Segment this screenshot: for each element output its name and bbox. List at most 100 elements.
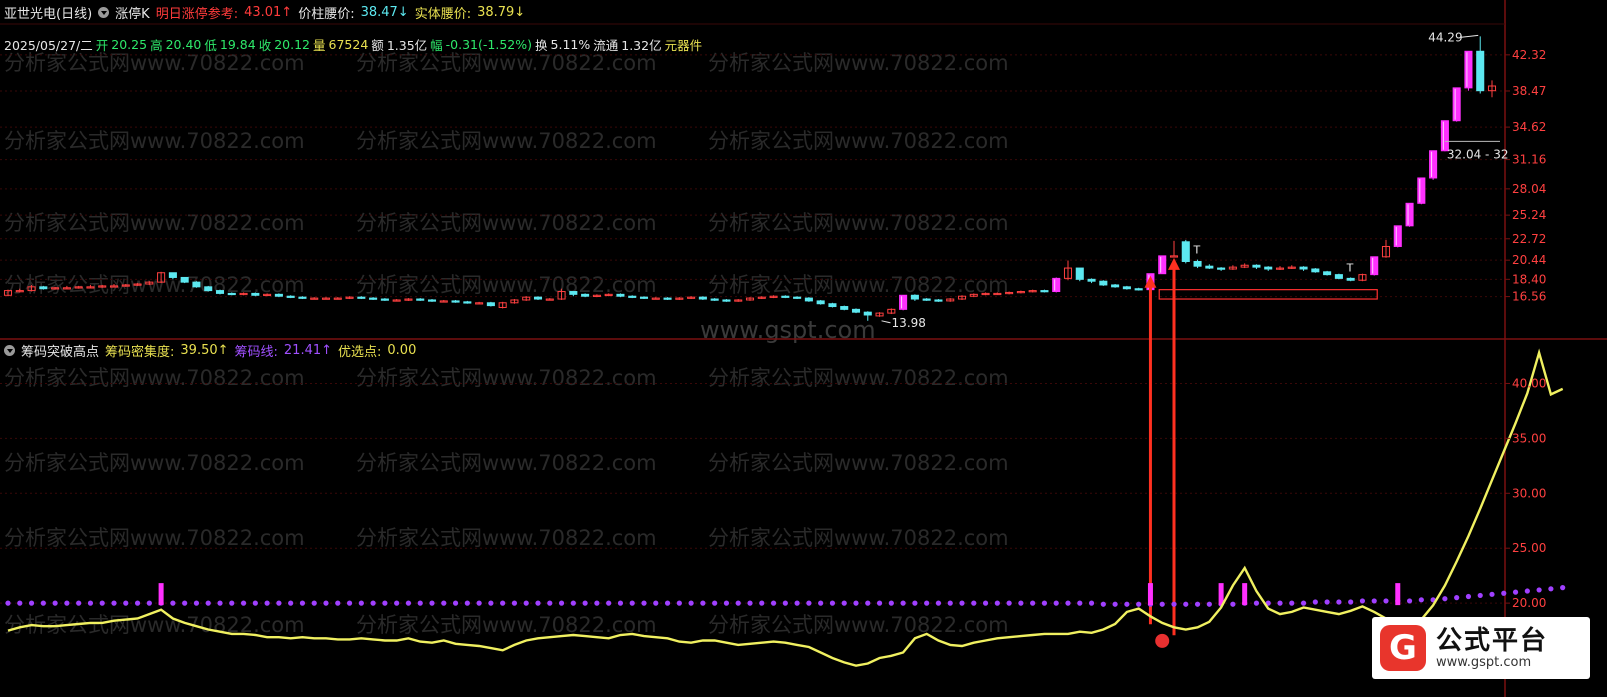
chip-line-dot (829, 600, 836, 606)
chip-line-dot (28, 600, 35, 606)
chip-line-dot (759, 600, 765, 606)
lower-header: 筹码突破高点 筹码密集度: 39.50↑ 筹码线: 21.41↑ 优选点: 0.… (4, 341, 416, 360)
watermark-text: 分析家公式网www.70822.com (4, 451, 305, 475)
price-tick-label: 38.47 (1512, 84, 1546, 98)
candle-body (486, 302, 495, 307)
candle-body (1134, 288, 1143, 291)
candle-body (910, 294, 919, 300)
candle-body (816, 300, 825, 305)
chip-line-dot (853, 600, 859, 606)
chip-line-dot (1336, 599, 1342, 605)
upper-header: 亚世光电(日线) 涨停K 明日涨停参考: 43.01↑ 价柱腰价: 38.47↓… (4, 3, 525, 22)
price-tick-label: 16.56 (1512, 290, 1546, 304)
chip-line-dot (464, 600, 470, 606)
sector-link[interactable]: 元器件 (665, 35, 703, 54)
candle-body (533, 296, 543, 300)
candle-body (1217, 267, 1226, 270)
candle-body (1405, 202, 1414, 227)
chip-line-dot (723, 600, 730, 606)
candle-body (180, 276, 189, 283)
candle-body (286, 295, 295, 298)
indicator-name[interactable]: 涨停K (115, 3, 150, 22)
density-label: 筹码密集度: (105, 345, 175, 360)
chip-line-dot (653, 600, 659, 606)
candle-body (1299, 266, 1308, 270)
low-value: 19.84 (219, 37, 256, 52)
chip-line-dot (1454, 595, 1460, 601)
chip-line-dot (570, 600, 576, 606)
candle-body (1158, 255, 1167, 275)
stock-name[interactable]: 亚世光电(日线) (4, 3, 92, 22)
watermark-text: 分析家公式网www.70822.com (356, 129, 657, 153)
pillar-value: 38.47↓ (360, 5, 409, 20)
chip-line-dot (1300, 600, 1307, 606)
float-label: 流通 (593, 38, 619, 53)
chip-line-dot (818, 600, 824, 606)
chip-line-dot (476, 600, 482, 606)
chip-line-dot (1536, 587, 1542, 593)
lower-indicator-name[interactable]: 筹码突破高点 (21, 341, 99, 360)
watermark-text: 分析家公式网www.70822.com (356, 211, 657, 235)
buy-arrow-head (1168, 257, 1180, 270)
price-tick-label: 25.24 (1512, 208, 1546, 222)
watermark-text: 分析家公式网www.70822.com (708, 451, 1009, 475)
candle-body (1252, 264, 1261, 268)
dropdown-icon[interactable] (98, 7, 110, 18)
chip-line-dot (865, 600, 871, 606)
chip-line-dot (99, 600, 105, 606)
chip-line-dot (535, 600, 541, 606)
candle-body (616, 293, 625, 297)
watermark-text: 分析家公式网www.70822.com (4, 273, 305, 297)
chip-line-dot (747, 600, 753, 606)
chip-line-dot (1277, 600, 1283, 606)
chip-line-dot (488, 600, 494, 606)
chip-line-dot (888, 600, 894, 606)
candle-body (416, 298, 425, 301)
chip-line-dot (594, 600, 600, 606)
dropdown-icon[interactable] (4, 345, 15, 356)
candle-body (1205, 265, 1214, 269)
chip-line-dot (558, 600, 565, 606)
chip-line-dot (1524, 588, 1530, 594)
chip-line-dot (1359, 598, 1366, 604)
body-label: 实体腰价: (414, 7, 472, 22)
price-tick-label: 31.16 (1512, 153, 1546, 167)
chip-line-dot (405, 600, 412, 606)
close-value: 20.12 (274, 37, 311, 52)
chip-line-dot (288, 600, 294, 606)
candle-body (840, 306, 849, 310)
chip-line-dot (1406, 598, 1413, 604)
chip-line-dot (123, 600, 129, 606)
candle-body (1393, 225, 1402, 247)
candle-body (1370, 256, 1379, 276)
chip-line-dot (1053, 600, 1059, 606)
price-tick-label: 20.44 (1512, 253, 1546, 267)
candle-body (451, 300, 460, 303)
candle-body (1052, 277, 1061, 293)
candle-body (1040, 290, 1049, 293)
chip-line-dot (1253, 600, 1260, 606)
close-label: 收 (258, 38, 272, 53)
candle-body (168, 272, 177, 278)
chip-line-dot (229, 600, 235, 606)
chip-line-dot (452, 600, 459, 606)
chip-line-dot (1477, 592, 1483, 599)
candle-body (851, 308, 861, 313)
chip-line-dot (735, 600, 741, 606)
chip-line-dot (311, 600, 317, 606)
turnover-label: 换 (535, 38, 548, 53)
chip-line-dot (1006, 600, 1012, 606)
candle-body (298, 296, 307, 299)
chip-line-dot (547, 600, 553, 606)
quote-date: 2025/05/27/二 (4, 38, 93, 53)
candle-body (1169, 255, 1179, 258)
signal-bar (158, 583, 164, 606)
chip-line-dot (617, 600, 624, 606)
chip-line-dot (1065, 600, 1071, 606)
candle-body (793, 296, 802, 299)
candle-body (1440, 120, 1449, 152)
chip-line-dot (1501, 590, 1507, 596)
chip-line-dot (782, 600, 788, 606)
chip-line-dot (299, 600, 306, 606)
buy-arrow-head (1144, 275, 1157, 288)
